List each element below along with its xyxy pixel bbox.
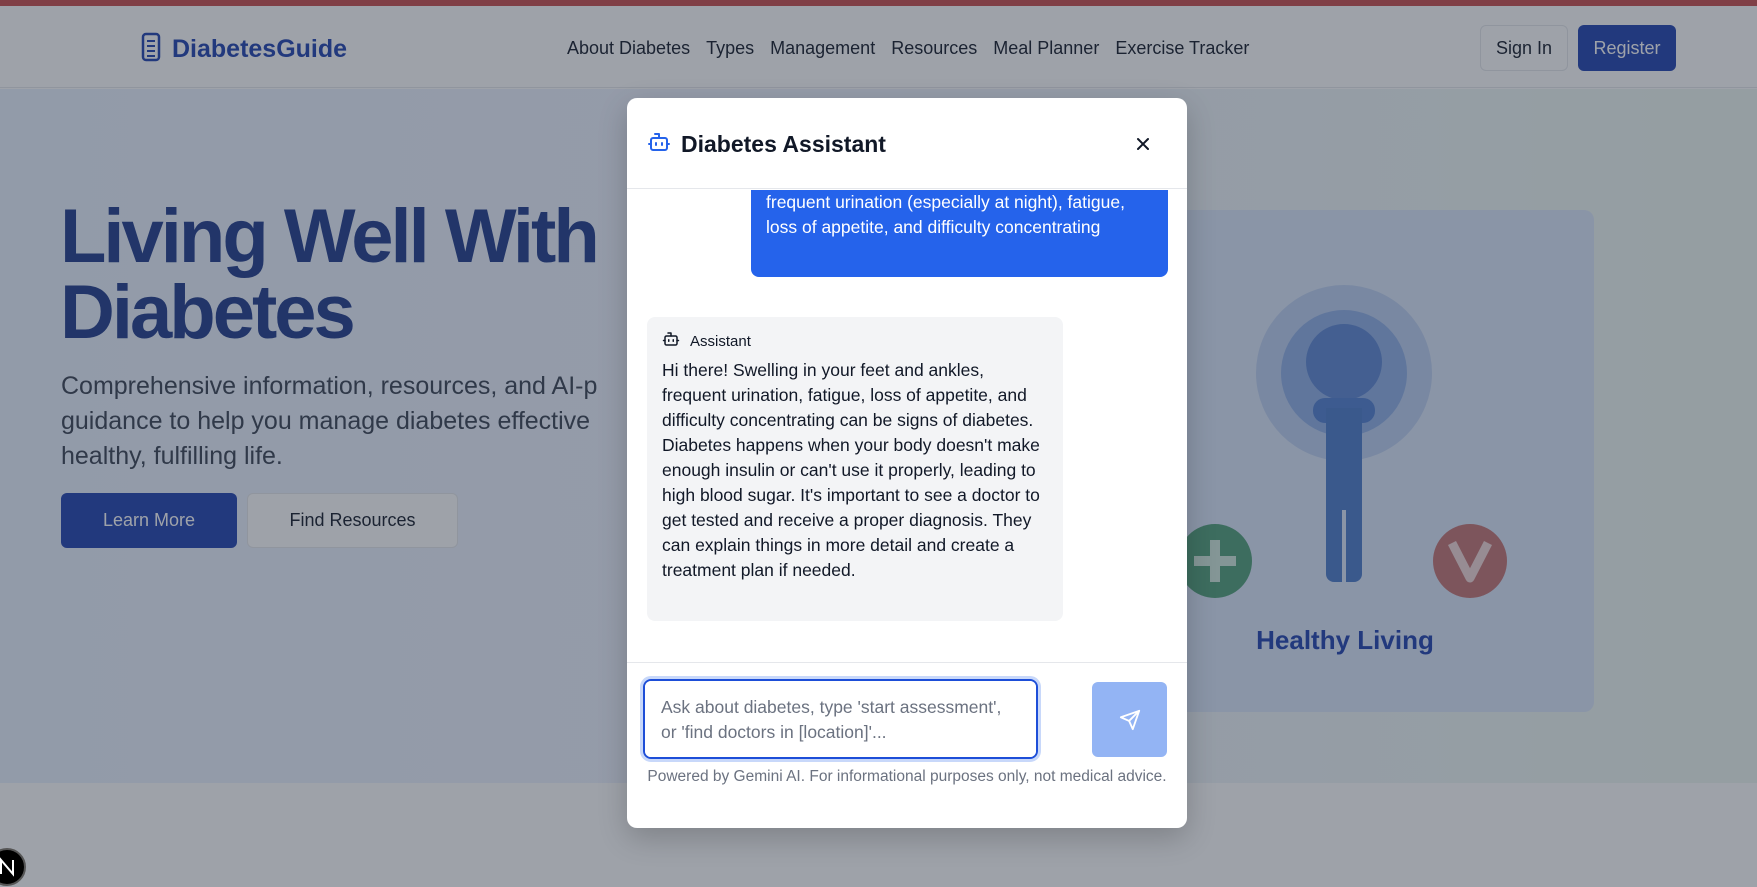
dialog-header: Diabetes Assistant <box>627 98 1187 189</box>
send-icon <box>1119 709 1140 730</box>
user-message: frequent urination (especially at night)… <box>751 190 1168 277</box>
dialog-title: Diabetes Assistant <box>681 131 886 157</box>
close-icon <box>1137 138 1149 150</box>
robot-icon <box>662 330 680 353</box>
assistant-message-text: Hi there! Swelling in your feet and ankl… <box>662 360 1040 580</box>
disclaimer-text: Powered by Gemini AI. For informational … <box>647 768 1167 785</box>
chat-input[interactable] <box>640 676 1041 762</box>
robot-icon <box>647 130 671 159</box>
assistant-message-header: Assistant <box>662 330 1048 353</box>
assistant-dialog: Diabetes Assistant frequent urination (e… <box>627 98 1187 828</box>
dialog-title-group: Diabetes Assistant <box>647 130 886 159</box>
assistant-sender-label: Assistant <box>690 333 751 350</box>
assistant-message: Assistant Hi there! Swelling in your fee… <box>647 317 1063 621</box>
close-button[interactable] <box>1127 128 1159 160</box>
send-button[interactable] <box>1092 682 1167 757</box>
chat-messages[interactable]: frequent urination (especially at night)… <box>627 190 1187 660</box>
chat-composer: Powered by Gemini AI. For informational … <box>627 662 1187 828</box>
